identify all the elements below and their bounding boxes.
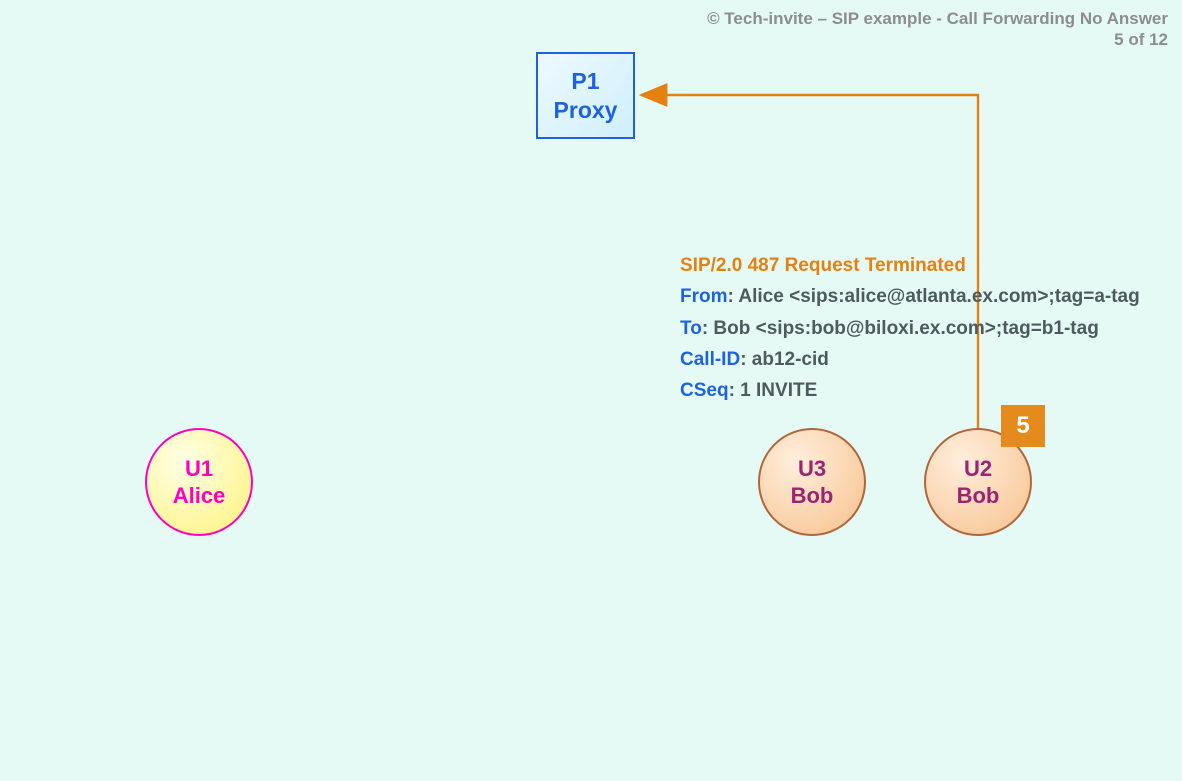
sip-header-to: To: Bob <sips:bob@biloxi.ex.com>;tag=b1-… — [680, 313, 1140, 344]
proxy-node: P1 Proxy — [536, 52, 635, 139]
node-alice-id: U1 — [185, 455, 213, 483]
node-alice-name: Alice — [173, 482, 226, 510]
sip-header-to-label: To — [680, 318, 702, 339]
header-title: © Tech-invite – SIP example - Call Forwa… — [707, 8, 1168, 29]
sip-status-line: SIP/2.0 487 Request Terminated — [680, 250, 1140, 281]
sip-header-cseq-value: : 1 INVITE — [729, 380, 818, 401]
node-u3-bob: U3 Bob — [758, 428, 866, 536]
sip-header-from-value: : Alice <sips:alice@atlanta.ex.com>;tag=… — [728, 286, 1140, 307]
sip-header-callid: Call-ID: ab12-cid — [680, 344, 1140, 375]
sip-header-to-value: : Bob <sips:bob@biloxi.ex.com>;tag=b1-ta… — [702, 318, 1099, 339]
step-number: 5 — [1016, 412, 1029, 440]
node-u3-name: Bob — [791, 482, 834, 510]
sip-header-callid-label: Call-ID — [680, 349, 740, 370]
sip-header-cseq-label: CSeq — [680, 380, 729, 401]
step-badge: 5 — [1001, 405, 1045, 447]
sip-message: SIP/2.0 487 Request Terminated From: Ali… — [680, 250, 1140, 407]
diagram-header: © Tech-invite – SIP example - Call Forwa… — [707, 8, 1168, 51]
proxy-role: Proxy — [554, 96, 618, 125]
node-alice: U1 Alice — [145, 428, 253, 536]
proxy-id: P1 — [571, 67, 599, 96]
sip-header-from: From: Alice <sips:alice@atlanta.ex.com>;… — [680, 281, 1140, 312]
sip-header-cseq: CSeq: 1 INVITE — [680, 375, 1140, 406]
header-page: 5 of 12 — [707, 29, 1168, 50]
sip-header-from-label: From — [680, 286, 728, 307]
node-u2-id: U2 — [964, 455, 992, 483]
sip-header-callid-value: : ab12-cid — [740, 349, 829, 370]
node-u2-name: Bob — [957, 482, 1000, 510]
node-u3-id: U3 — [798, 455, 826, 483]
